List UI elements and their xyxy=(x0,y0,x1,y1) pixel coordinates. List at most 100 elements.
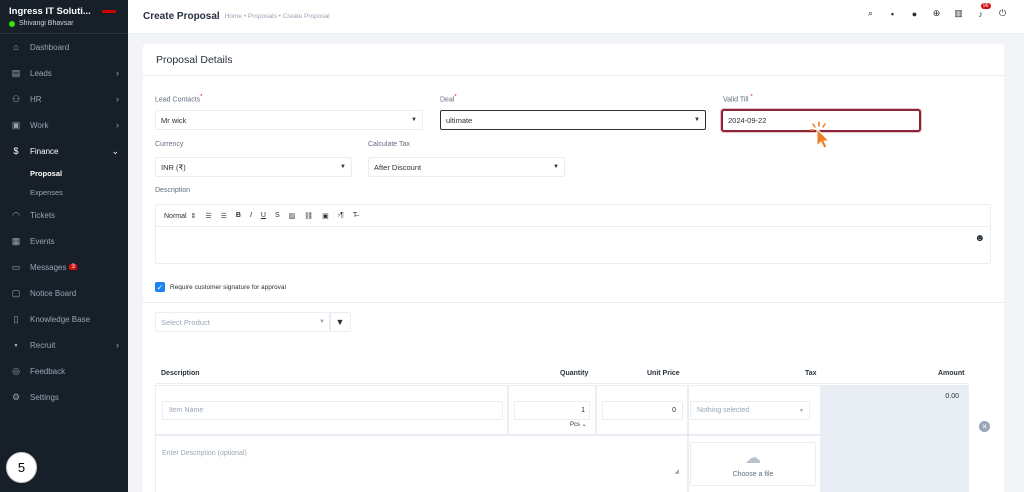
amount-cell: 0.00 xyxy=(821,385,969,492)
file-upload[interactable]: ☁ Choose a file xyxy=(690,442,816,486)
resize-handle-icon[interactable]: ◢ xyxy=(674,468,679,475)
editor-toolbar: Normal ⇕ ☰ ☰ B I U S ▨ ⛓ ▣ ›¶ T̶ xyxy=(156,205,990,227)
description-label: Description xyxy=(155,187,191,194)
leads-icon: ▤ xyxy=(11,67,21,78)
chat-icon: ▭ xyxy=(11,261,21,272)
user-name: Shivangi Bhavsar xyxy=(19,20,74,27)
italic-icon[interactable]: I xyxy=(250,212,252,219)
search-icon[interactable]: ⌕ xyxy=(865,8,876,19)
paragraph-direction-icon[interactable]: ›¶ xyxy=(338,212,344,219)
add-circle-icon[interactable]: ⊕ xyxy=(931,8,942,19)
sidebar: Ingress IT Soluti... Shivangi Bhavsar ⌂ … xyxy=(0,0,128,492)
cloud-upload-icon: ☁ xyxy=(745,449,761,467)
signature-checkbox[interactable]: ✓ xyxy=(155,282,165,292)
online-status-dot xyxy=(9,20,15,27)
sidebar-item-leads[interactable]: ▤ Leads › xyxy=(0,60,128,86)
format-select[interactable]: Normal ⇕ xyxy=(164,212,196,220)
tax-select[interactable]: Nothing selected ▼ xyxy=(690,401,810,420)
sidebar-nav: ⌂ Dashboard ▤ Leads › ⚇ HR › ▣ Work › $ … xyxy=(0,34,128,410)
quantity-input[interactable]: 1 xyxy=(514,401,590,420)
calculate-tax-label: Calculate Tax xyxy=(368,141,410,148)
sidebar-item-dashboard[interactable]: ⌂ Dashboard xyxy=(0,34,128,60)
sidebar-item-tickets[interactable]: ◠ Tickets xyxy=(0,202,128,228)
chevron-right-icon: › xyxy=(116,68,119,78)
feedback-icon: ◎ xyxy=(12,365,20,376)
chevron-down-icon: ⌄ xyxy=(111,145,119,156)
image-icon[interactable]: ▨ xyxy=(289,212,296,220)
calendar-icon: ▦ xyxy=(11,235,21,246)
caret-down-icon: ▼ xyxy=(411,117,417,123)
messages-badge: 3 xyxy=(69,264,77,270)
chevron-right-icon: › xyxy=(116,340,119,350)
home-icon: ⌂ xyxy=(13,42,19,52)
lead-contacts-label: Lead Contacts* xyxy=(155,94,203,104)
sidebar-item-finance[interactable]: $ Finance ⌄ xyxy=(0,138,128,164)
chevron-right-icon: › xyxy=(116,120,119,130)
breadcrumb[interactable]: Home • Proposals • Create Proposal xyxy=(225,13,330,20)
sidebar-item-knowledge-base[interactable]: ▯ Knowledge Base xyxy=(0,306,128,332)
top-icons: ⌕ ▪ ● ⊕ ▥ ♪ 96 ⏻ xyxy=(865,3,1008,19)
emoji-icon[interactable]: ☻ xyxy=(974,233,985,244)
chevron-right-icon: › xyxy=(116,94,119,104)
gift-icon[interactable]: ▥ xyxy=(953,8,964,19)
sticky-note-icon[interactable]: ▪ xyxy=(887,8,898,19)
clear-format-icon[interactable]: T̶ xyxy=(353,212,357,219)
col-amount: Amount xyxy=(938,370,965,377)
items-table-header: Description Quantity Unit Price Tax Amou… xyxy=(155,364,969,384)
bullet-list-icon[interactable]: ☰ xyxy=(221,212,227,220)
lead-contacts-select[interactable]: Mr wick ▼ xyxy=(155,110,423,130)
bell-icon[interactable]: ♪ 96 xyxy=(975,3,991,19)
amount-value: 0.00 xyxy=(945,393,959,400)
dollar-icon: $ xyxy=(13,146,19,156)
filter-icon: ▼ xyxy=(335,317,345,327)
sidebar-item-hr[interactable]: ⚇ HR › xyxy=(0,86,128,112)
people-icon: ⚇ xyxy=(11,93,21,104)
item-name-input[interactable]: Item Name xyxy=(162,401,503,420)
power-icon[interactable]: ⏻ xyxy=(997,8,1008,19)
page-title: Create Proposal xyxy=(143,11,220,22)
caret-down-icon: ▼ xyxy=(340,164,346,170)
sidebar-item-notice-board[interactable]: ▢ Notice Board xyxy=(0,280,128,306)
clock-icon[interactable]: ● xyxy=(909,8,920,19)
divider xyxy=(143,302,1004,303)
caret-down-icon: ▼ xyxy=(694,117,700,123)
deal-select[interactable]: ultimate ▼ xyxy=(440,110,706,130)
signature-checkbox-row[interactable]: ✓ Require customer signature for approva… xyxy=(155,282,286,292)
headset-icon: ◠ xyxy=(12,209,20,220)
col-tax: Tax xyxy=(805,370,817,377)
link-icon[interactable]: ⛓ xyxy=(304,212,313,220)
ordered-list-icon[interactable]: ☰ xyxy=(205,212,211,220)
sidebar-subitem-proposal[interactable]: Proposal xyxy=(0,164,128,183)
sidebar-item-settings[interactable]: ⚙ Settings xyxy=(0,384,128,410)
sidebar-item-recruit[interactable]: ▪ Recruit › xyxy=(0,332,128,358)
underline-icon[interactable]: U xyxy=(261,212,266,219)
step-indicator: 5 xyxy=(6,452,37,483)
unit-price-input[interactable]: 0 xyxy=(602,401,683,420)
top-bar: Create Proposal Home • Proposals • Creat… xyxy=(128,0,1024,34)
item-description-input[interactable]: Enter Description (optional) ◢ xyxy=(162,450,679,475)
select-product-dropdown[interactable]: Select Product ▼ xyxy=(155,312,331,332)
company-name: Ingress IT Soluti... xyxy=(9,6,91,17)
sidebar-item-messages[interactable]: ▭ Messages 3 xyxy=(0,254,128,280)
strikethrough-icon[interactable]: S xyxy=(275,212,280,219)
sidebar-subitem-expenses[interactable]: Expenses xyxy=(0,183,128,202)
video-icon[interactable]: ▣ xyxy=(322,212,329,220)
col-unit-price: Unit Price xyxy=(647,370,680,377)
description-editor[interactable]: Normal ⇕ ☰ ☰ B I U S ▨ ⛓ ▣ ›¶ T̶ ☻ xyxy=(155,204,991,264)
notice-icon: ▢ xyxy=(11,287,21,298)
filter-button[interactable]: ▼ xyxy=(329,312,351,332)
bold-icon[interactable]: B xyxy=(236,212,241,219)
sidebar-item-work[interactable]: ▣ Work › xyxy=(0,112,128,138)
sidebar-brand[interactable]: Ingress IT Soluti... Shivangi Bhavsar xyxy=(0,0,128,34)
col-description: Description xyxy=(161,370,200,377)
calculate-tax-select[interactable]: After Discount ▼ xyxy=(368,157,565,177)
brand-badge xyxy=(101,10,116,13)
sidebar-item-events[interactable]: ▦ Events xyxy=(0,228,128,254)
sidebar-item-feedback[interactable]: ◎ Feedback xyxy=(0,358,128,384)
unit-select[interactable]: Pcs ⌄ xyxy=(570,421,587,428)
remove-item-icon[interactable]: ✕ xyxy=(979,421,990,432)
valid-till-label: Valid Till * xyxy=(723,94,753,104)
caret-down-icon: ▼ xyxy=(799,407,804,414)
currency-select[interactable]: INR (₹) ▼ xyxy=(155,157,352,177)
deal-label: Deal* xyxy=(440,94,457,104)
